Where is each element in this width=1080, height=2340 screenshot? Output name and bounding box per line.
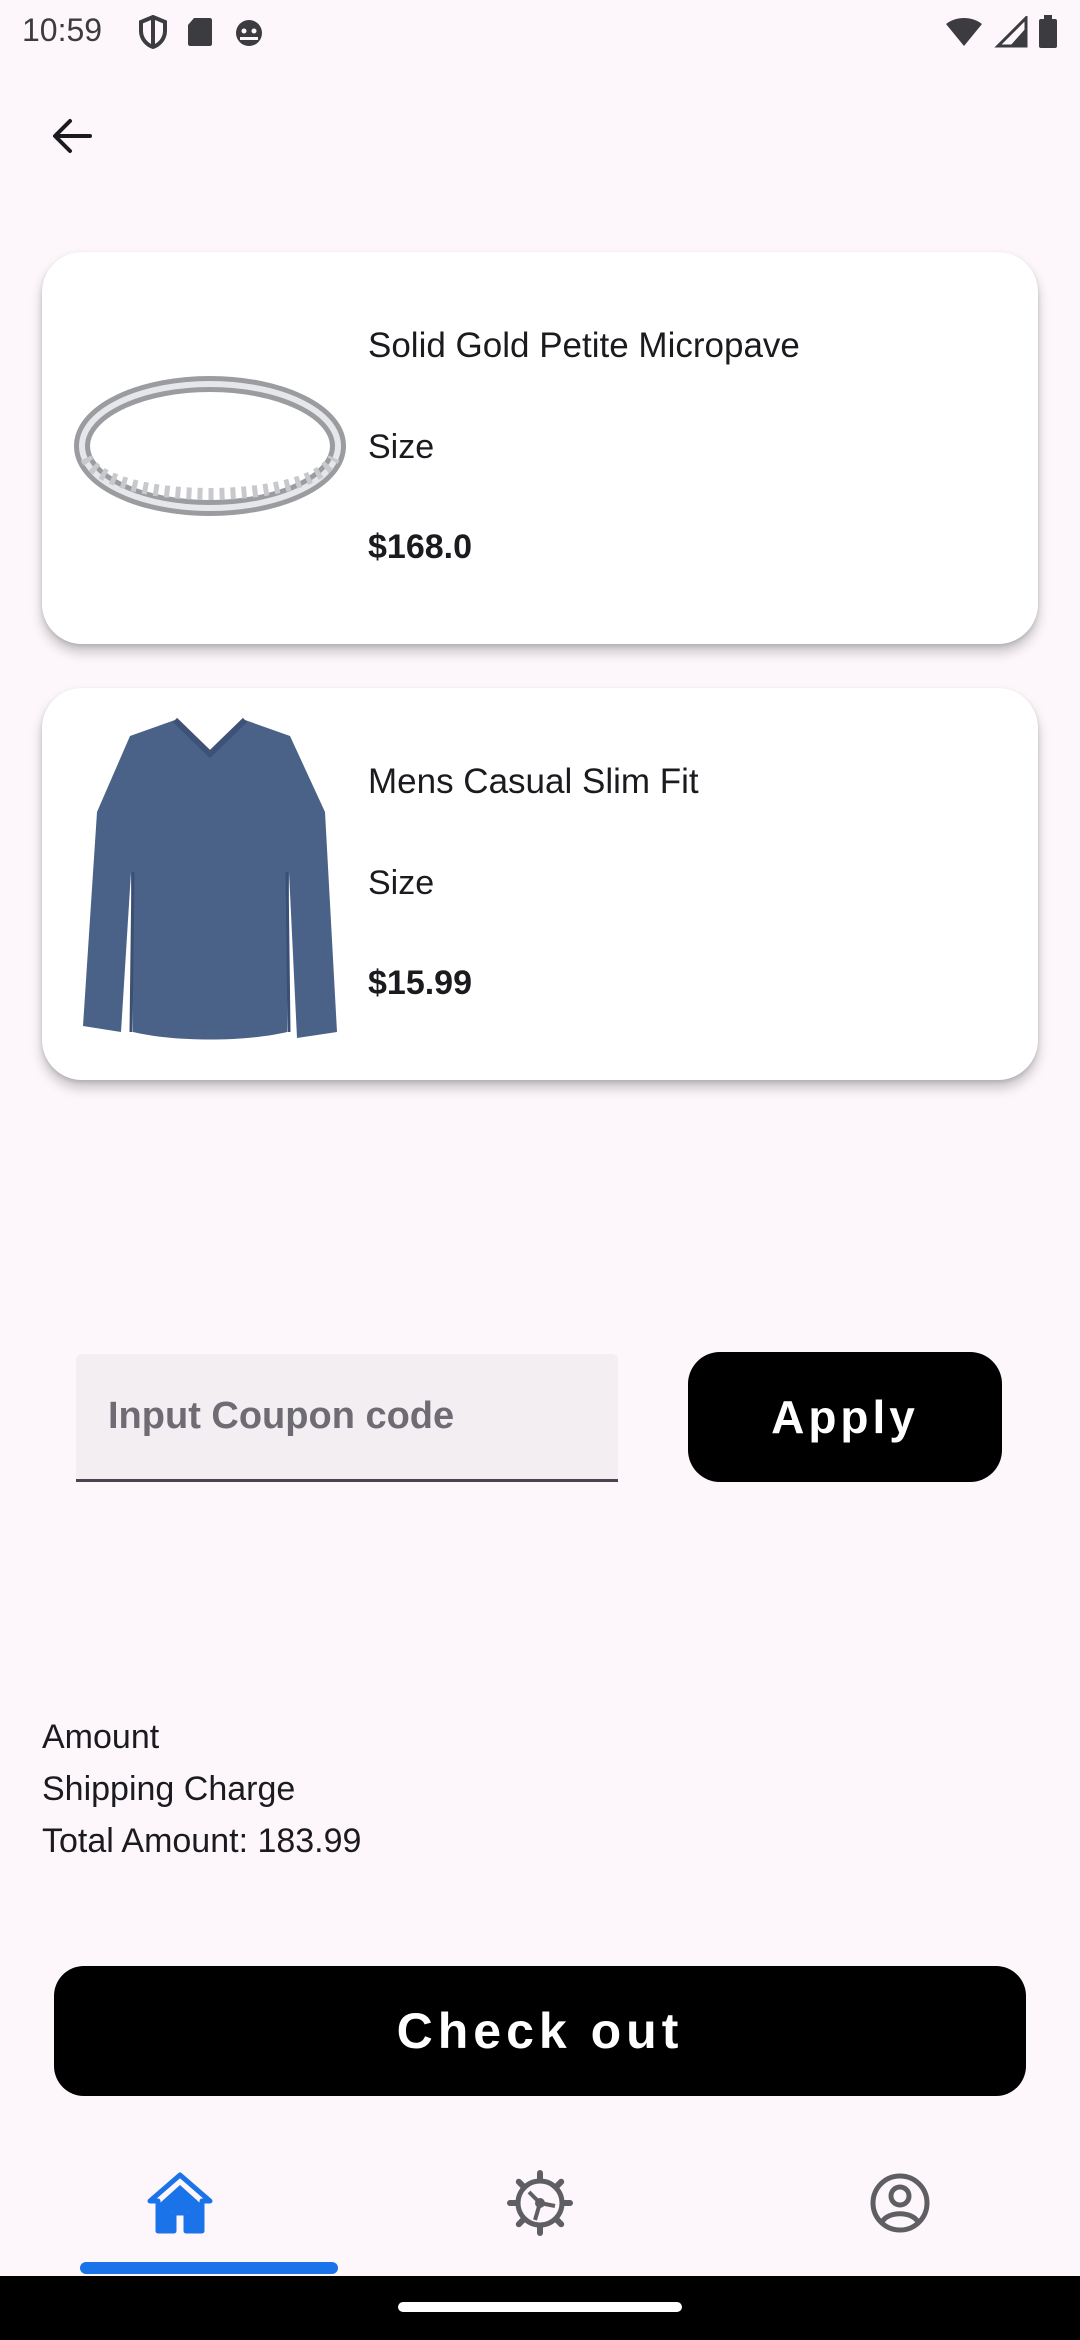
shipping-charge-label: Shipping Charge	[42, 1770, 296, 1808]
product-price: $168.0	[368, 528, 472, 566]
account-icon	[870, 2173, 930, 2233]
android-debug-icon	[236, 20, 262, 46]
cart-item-card[interactable]: Mens Casual Slim Fit Size $15.99	[42, 688, 1038, 1080]
amount-label: Amount	[42, 1718, 160, 1756]
gesture-navigation-bar	[0, 2276, 1080, 2340]
active-tab-indicator	[80, 2262, 338, 2274]
back-button[interactable]	[40, 104, 104, 168]
ring-image	[60, 276, 360, 616]
nav-home[interactable]	[0, 2130, 360, 2276]
checkout-button[interactable]: Check out	[54, 1966, 1026, 2096]
bottom-navigation	[0, 2130, 1080, 2276]
coupon-field[interactable]	[76, 1354, 618, 1482]
product-name: Mens Casual Slim Fit	[368, 762, 699, 801]
product-price: $15.99	[368, 964, 472, 1002]
battery-icon	[1039, 15, 1057, 48]
coupon-input[interactable]	[76, 1354, 618, 1479]
home-icon	[147, 2172, 213, 2234]
signal-icon	[994, 16, 1028, 48]
status-time: 10:59	[22, 12, 103, 48]
cart-item-card[interactable]: Solid Gold Petite Micropave Size $168.0	[42, 252, 1038, 644]
product-name: Solid Gold Petite Micropave	[368, 326, 800, 365]
product-size-label: Size	[368, 428, 435, 466]
nav-profile[interactable]	[720, 2130, 1080, 2276]
status-icons-right	[944, 14, 1058, 50]
wifi-icon	[946, 18, 982, 46]
shirt-image	[60, 712, 360, 1052]
status-bar: 10:59	[0, 0, 1080, 64]
sd-card-icon	[188, 18, 212, 46]
nav-settings[interactable]	[360, 2130, 720, 2276]
shield-icon	[139, 15, 167, 49]
status-icons-left	[138, 14, 266, 50]
apply-button[interactable]: Apply	[688, 1352, 1002, 1482]
product-size-label: Size	[368, 864, 435, 902]
settings-icon	[507, 2170, 573, 2236]
total-amount: Total Amount: 183.99	[42, 1822, 362, 1860]
arrow-back-icon	[53, 119, 92, 153]
home-gesture-handle[interactable]	[398, 2302, 682, 2312]
